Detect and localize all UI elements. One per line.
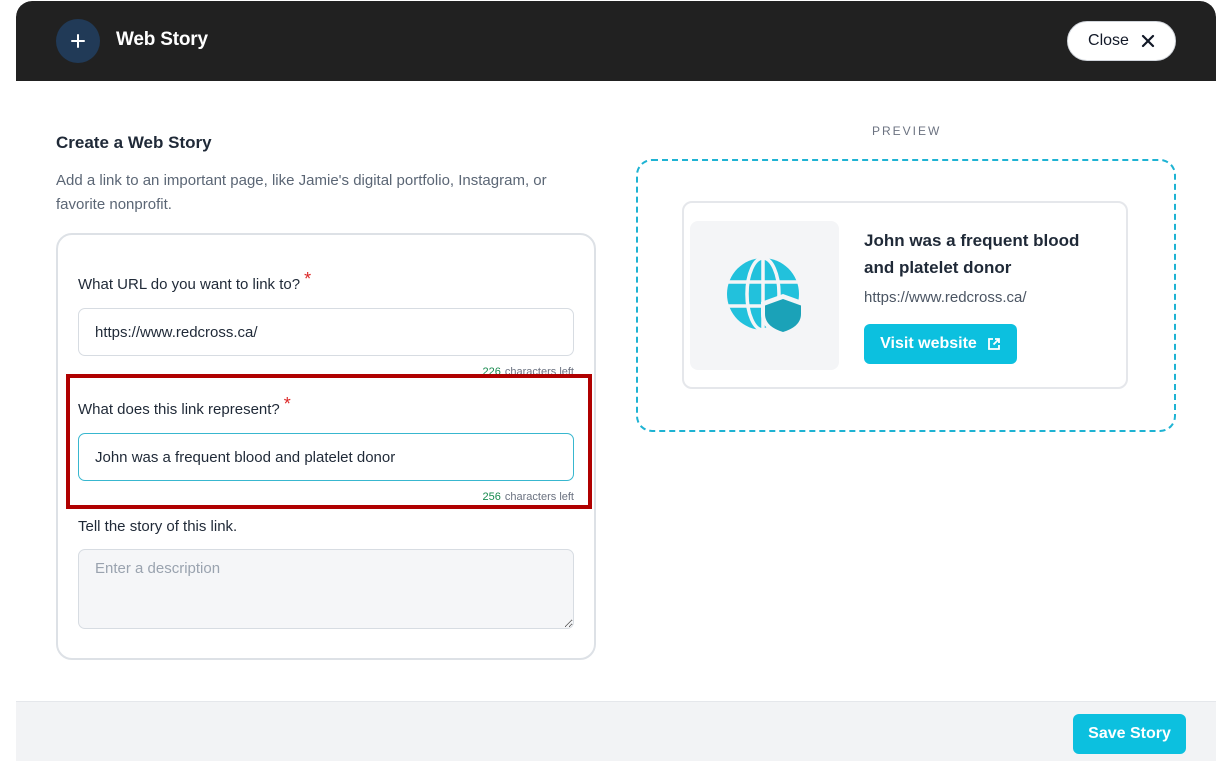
url-label-text: What URL do you want to link to?: [78, 276, 301, 293]
plus-icon: [71, 34, 85, 48]
close-icon: [1141, 34, 1155, 48]
represent-counter-number: 256: [482, 491, 501, 503]
add-button[interactable]: [56, 19, 100, 63]
url-char-counter: 226 characters left: [483, 366, 574, 378]
create-description: Add a link to an important page, like Ja…: [56, 172, 547, 213]
preview-thumbnail: [690, 221, 839, 370]
represent-field-label: What does this link represent? *: [78, 394, 291, 419]
save-story-button[interactable]: Save Story: [1073, 714, 1186, 754]
web-story-modal: Web Story Close Create a Web Story Add a…: [16, 1, 1216, 761]
url-counter-number: 226: [482, 366, 501, 378]
external-link-icon: [987, 338, 1000, 350]
preview-label: PREVIEW: [872, 124, 942, 138]
close-button[interactable]: Close: [1067, 21, 1176, 61]
story-description-input[interactable]: [78, 549, 574, 629]
create-heading: Create a Web Story: [56, 133, 212, 152]
create-intro: Create a Web Story Add a link to an impo…: [56, 133, 596, 217]
represent-counter-text: characters left: [504, 491, 574, 503]
globe-shield-icon: [726, 255, 805, 336]
represent-label-text: What does this link represent?: [78, 401, 280, 418]
required-mark: *: [304, 269, 312, 289]
preview-card: John was a frequent blood and platelet d…: [682, 201, 1128, 389]
story-field-label: Tell the story of this link.: [78, 518, 238, 535]
visit-website-label: Visit website: [880, 335, 977, 352]
modal-header: Web Story Close: [16, 1, 1216, 81]
modal-title: Web Story: [116, 29, 208, 50]
close-label: Close: [1088, 32, 1129, 49]
url-input[interactable]: [78, 308, 574, 356]
modal-footer: Save Story: [16, 701, 1216, 761]
required-mark: *: [283, 394, 291, 414]
represent-char-counter: 256 characters left: [483, 491, 574, 503]
represent-input[interactable]: [78, 433, 574, 481]
preview-url: https://www.redcross.ca/: [864, 289, 1027, 306]
preview-title: John was a frequent blood and platelet d…: [864, 231, 1080, 277]
story-form: What URL do you want to link to?* 226cha…: [56, 233, 596, 660]
url-field-label: What URL do you want to link to? *: [78, 269, 311, 294]
visit-website-button[interactable]: Visit website: [864, 324, 1017, 364]
url-counter-text: characters left: [504, 366, 574, 378]
